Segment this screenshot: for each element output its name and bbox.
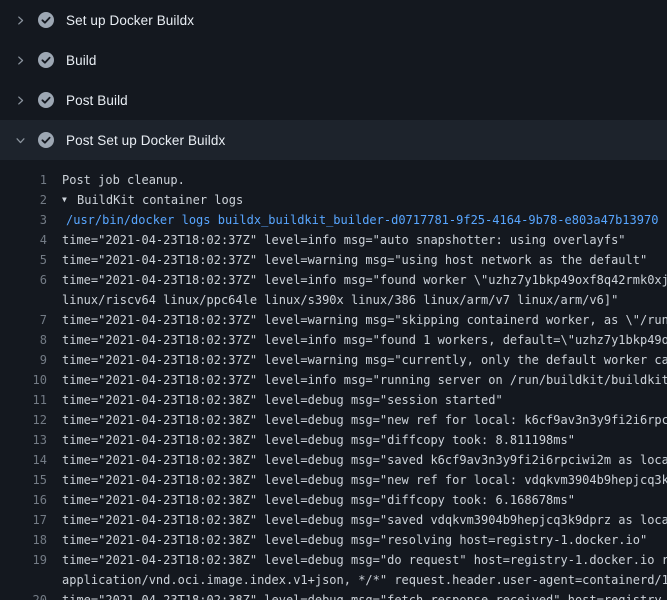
line-text: application/vnd.oci.image.index.v1+json,…: [62, 570, 667, 590]
line-text: time="2021-04-23T18:02:38Z" level=debug …: [62, 390, 503, 410]
line-number[interactable]: 13: [0, 430, 47, 450]
line-number[interactable]: 9: [0, 350, 47, 370]
log-line: 18 time="2021-04-23T18:02:38Z" level=deb…: [0, 530, 667, 550]
line-number[interactable]: 15: [0, 470, 47, 490]
line-text: time="2021-04-23T18:02:38Z" level=debug …: [62, 530, 647, 550]
log-line: 17 time="2021-04-23T18:02:38Z" level=deb…: [0, 510, 667, 530]
log-line: 13 time="2021-04-23T18:02:38Z" level=deb…: [0, 430, 667, 450]
check-circle-icon: [38, 52, 54, 68]
line-text: time="2021-04-23T18:02:37Z" level=info m…: [62, 270, 667, 290]
line-number[interactable]: [0, 290, 47, 310]
chevron-icon: [12, 12, 28, 28]
step-header[interactable]: Post Build: [0, 80, 667, 120]
line-text: time="2021-04-23T18:02:37Z" level=warnin…: [62, 350, 667, 370]
log-line: 15 time="2021-04-23T18:02:38Z" level=deb…: [0, 470, 667, 490]
chevron-icon: [12, 92, 28, 108]
line-text: time="2021-04-23T18:02:38Z" level=debug …: [62, 450, 667, 470]
line-text: time="2021-04-23T18:02:38Z" level=debug …: [62, 550, 667, 570]
log-line: 20 time="2021-04-23T18:02:38Z" level=deb…: [0, 590, 667, 600]
line-text: time="2021-04-23T18:02:38Z" level=debug …: [62, 470, 667, 490]
log-line: 14 time="2021-04-23T18:02:38Z" level=deb…: [0, 450, 667, 470]
line-number[interactable]: 8: [0, 330, 47, 350]
log-line: 6 time="2021-04-23T18:02:37Z" level=info…: [0, 270, 667, 290]
log-line: 8 time="2021-04-23T18:02:37Z" level=info…: [0, 330, 667, 350]
line-text: time="2021-04-23T18:02:37Z" level=warnin…: [62, 310, 667, 330]
line-number[interactable]: 3: [0, 210, 47, 230]
line-text: time="2021-04-23T18:02:38Z" level=debug …: [62, 430, 575, 450]
log-line: linux/riscv64 linux/ppc64le linux/s390x …: [0, 290, 667, 310]
line-number[interactable]: 5: [0, 250, 47, 270]
log-line: 7 time="2021-04-23T18:02:37Z" level=warn…: [0, 310, 667, 330]
line-number[interactable]: 6: [0, 270, 47, 290]
step-header[interactable]: Post Set up Docker Buildx: [0, 120, 667, 160]
log-line: 12 time="2021-04-23T18:02:38Z" level=deb…: [0, 410, 667, 430]
step-header[interactable]: Set up Docker Buildx: [0, 0, 667, 40]
check-circle-icon: [38, 12, 54, 28]
log-line: 16 time="2021-04-23T18:02:38Z" level=deb…: [0, 490, 667, 510]
chevron-icon: [12, 132, 28, 148]
log-line: 3 /usr/bin/docker logs buildx_buildkit_b…: [0, 210, 667, 230]
step-label: Build: [66, 53, 97, 68]
line-text: time="2021-04-23T18:02:37Z" level=warnin…: [62, 250, 647, 270]
line-number[interactable]: 16: [0, 490, 47, 510]
line-number[interactable]: 11: [0, 390, 47, 410]
log-line: 1 Post job cleanup.: [0, 170, 667, 190]
line-number[interactable]: 18: [0, 530, 47, 550]
log-group-toggle-icon: ▼: [62, 190, 72, 210]
log-line: 10 time="2021-04-23T18:02:37Z" level=inf…: [0, 370, 667, 390]
line-text: time="2021-04-23T18:02:38Z" level=debug …: [62, 590, 667, 600]
line-number[interactable]: 14: [0, 450, 47, 470]
line-number[interactable]: 7: [0, 310, 47, 330]
log-line: 11 time="2021-04-23T18:02:38Z" level=deb…: [0, 390, 667, 410]
log-lines: 1 Post job cleanup. 2 ▼ BuildKit contain…: [0, 160, 667, 600]
log-line: 5 time="2021-04-23T18:02:37Z" level=warn…: [0, 250, 667, 270]
step-header[interactable]: Build: [0, 40, 667, 80]
steps-list: Set up Docker Buildx Build Post Buil: [0, 0, 667, 160]
log-line: 9 time="2021-04-23T18:02:37Z" level=warn…: [0, 350, 667, 370]
line-number[interactable]: 2: [0, 190, 47, 210]
line-text: /usr/bin/docker logs buildx_buildkit_bui…: [66, 210, 658, 230]
line-text: time="2021-04-23T18:02:38Z" level=debug …: [62, 410, 667, 430]
check-circle-icon: [38, 92, 54, 108]
log-line: 19 time="2021-04-23T18:02:38Z" level=deb…: [0, 550, 667, 570]
line-number[interactable]: 20: [0, 590, 47, 600]
line-number[interactable]: 10: [0, 370, 47, 390]
log-line: application/vnd.oci.image.index.v1+json,…: [0, 570, 667, 590]
line-text: time="2021-04-23T18:02:37Z" level=info m…: [62, 370, 667, 390]
step-label: Post Build: [66, 93, 128, 108]
log-line: 4 time="2021-04-23T18:02:37Z" level=info…: [0, 230, 667, 250]
line-text: linux/riscv64 linux/ppc64le linux/s390x …: [62, 290, 618, 310]
line-number[interactable]: 19: [0, 550, 47, 570]
step-label: Set up Docker Buildx: [66, 13, 194, 28]
line-number[interactable]: [0, 570, 47, 590]
line-number[interactable]: 1: [0, 170, 47, 190]
line-text: time="2021-04-23T18:02:38Z" level=debug …: [62, 510, 667, 530]
check-circle-icon: [38, 132, 54, 148]
step-label: Post Set up Docker Buildx: [66, 133, 225, 148]
line-text: BuildKit container logs: [77, 190, 243, 210]
line-number[interactable]: 17: [0, 510, 47, 530]
chevron-icon: [12, 52, 28, 68]
log-line[interactable]: 2 ▼ BuildKit container logs: [0, 190, 667, 210]
line-number[interactable]: 12: [0, 410, 47, 430]
line-text: time="2021-04-23T18:02:37Z" level=info m…: [62, 330, 667, 350]
line-number[interactable]: 4: [0, 230, 47, 250]
line-text: Post job cleanup.: [62, 170, 185, 190]
line-text: time="2021-04-23T18:02:37Z" level=info m…: [62, 230, 626, 250]
line-text: time="2021-04-23T18:02:38Z" level=debug …: [62, 490, 575, 510]
